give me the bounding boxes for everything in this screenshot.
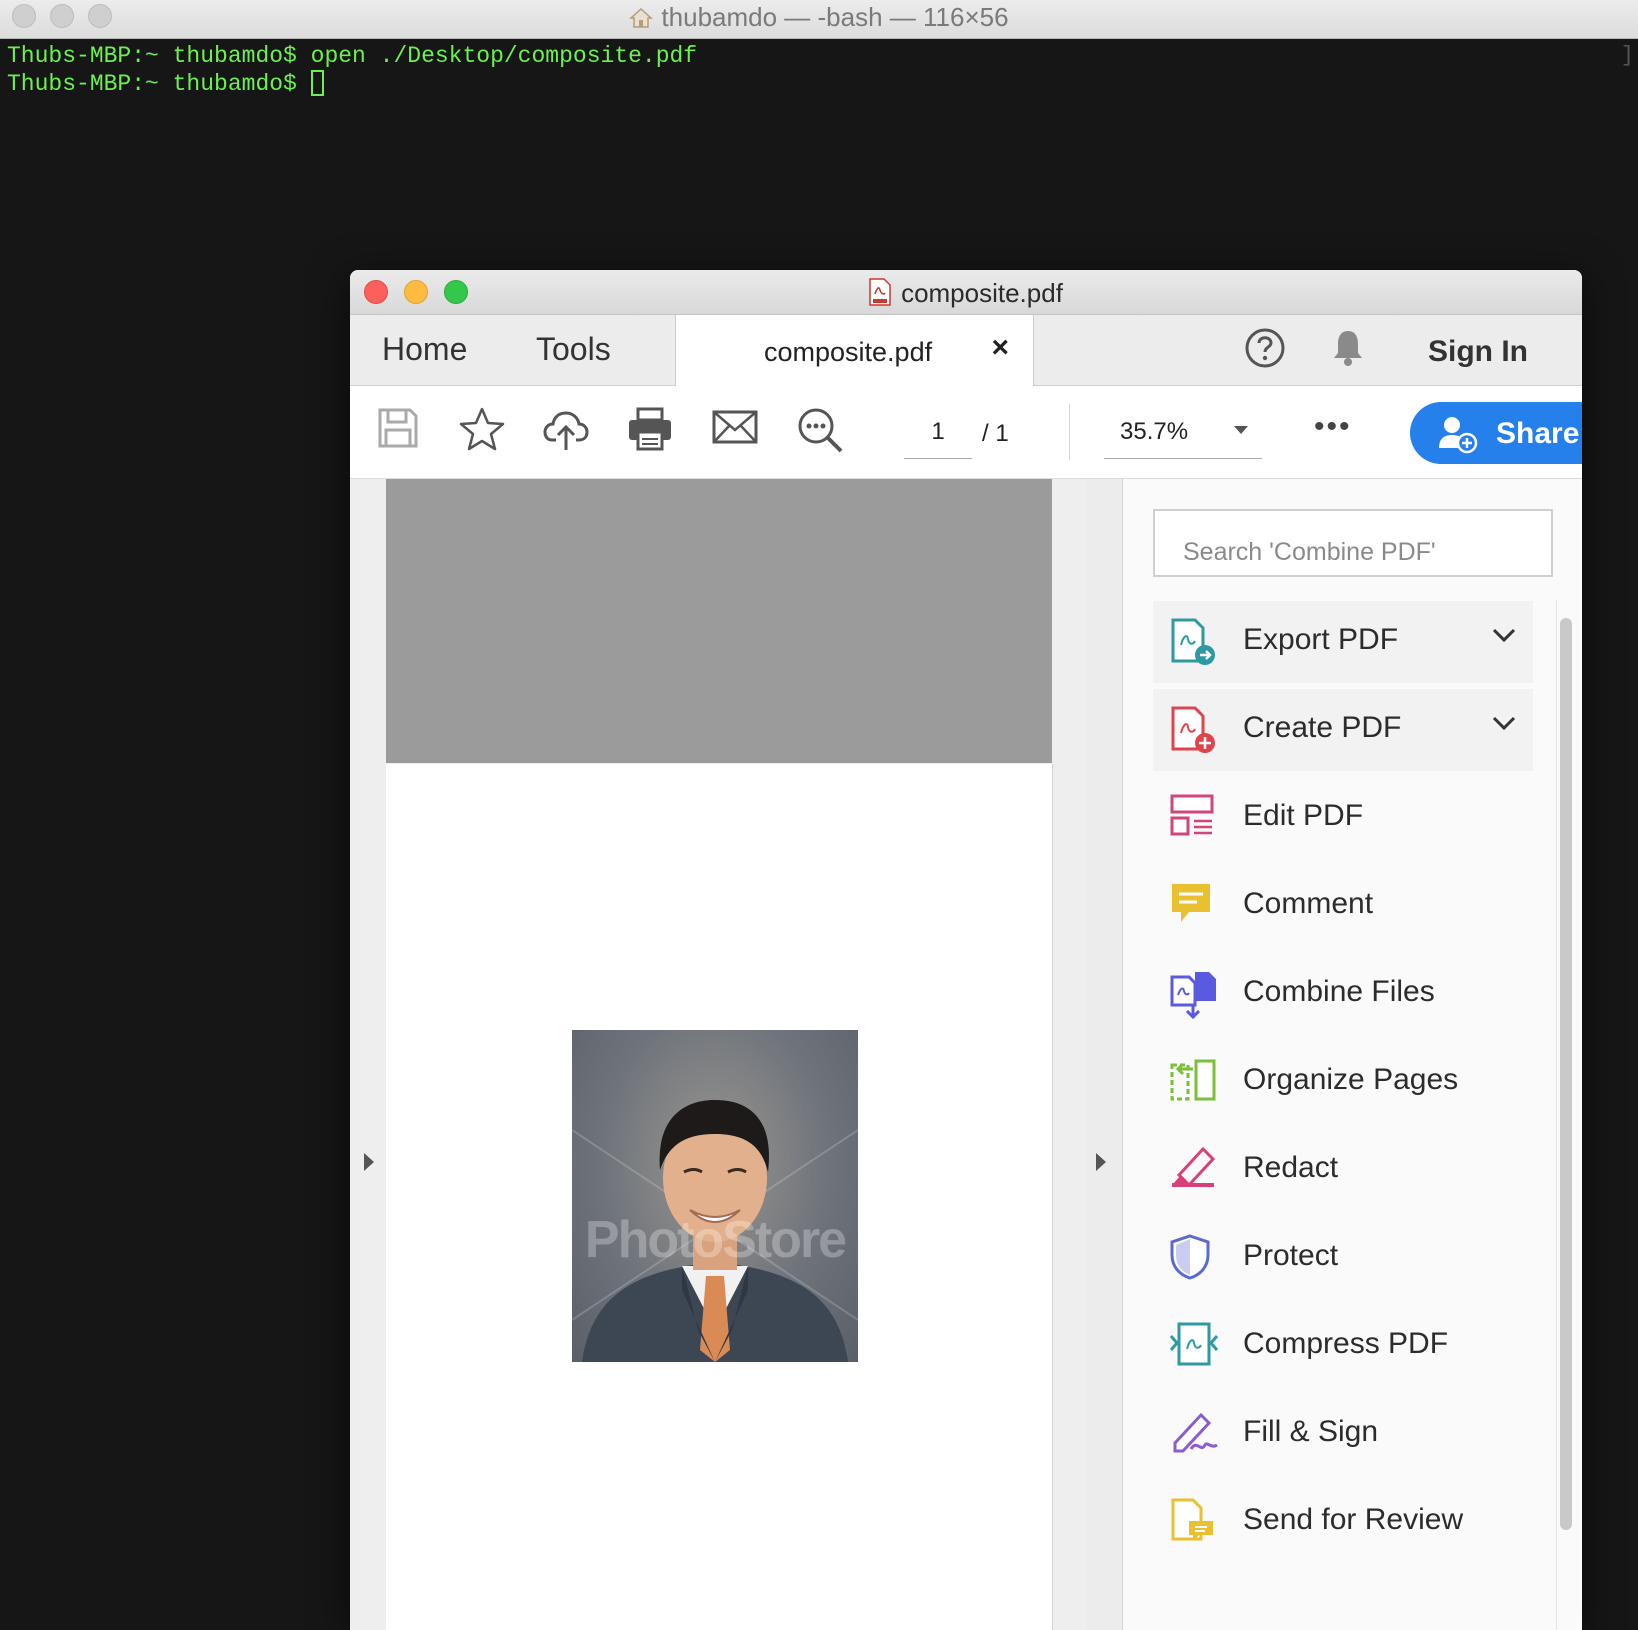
tool-redact[interactable]: Redact: [1153, 1129, 1533, 1211]
tool-label: Compress PDF: [1243, 1327, 1449, 1360]
tool-label: Comment: [1243, 887, 1374, 920]
tool-compress-pdf[interactable]: Compress PDF: [1153, 1305, 1533, 1387]
tool-combine-files[interactable]: Combine Files: [1153, 953, 1533, 1035]
toolbar-divider: [1069, 404, 1070, 460]
left-panel-toggle-icon[interactable]: [362, 1151, 376, 1178]
toolbar: 1 / 1 35.7% ••• Share: [350, 386, 1582, 479]
tool-label: Combine Files: [1243, 975, 1435, 1008]
comment-icon: [1169, 881, 1215, 932]
tool-label: Edit PDF: [1243, 799, 1364, 832]
notification-bell-icon[interactable]: [1330, 327, 1366, 372]
window-title-text: composite.pdf: [901, 278, 1063, 308]
tool-label: Create PDF: [1243, 711, 1402, 744]
sign-in-button[interactable]: Sign In: [1428, 335, 1528, 369]
acrobat-window: composite.pdf Home Tools composite.pdf ×…: [350, 270, 1582, 1630]
home-folder-icon: [629, 5, 654, 36]
tool-protect[interactable]: Protect: [1153, 1217, 1533, 1299]
tools-search-input[interactable]: [1153, 509, 1553, 577]
panel-scroll-track: [1556, 600, 1557, 1630]
tool-label: Redact: [1243, 1151, 1339, 1184]
tab-tools[interactable]: Tools: [536, 331, 611, 368]
tab-document-label: composite.pdf: [764, 337, 933, 367]
zoom-select[interactable]: 35.7%: [1104, 418, 1262, 459]
create-pdf-icon: [1169, 705, 1217, 760]
redact-icon: [1169, 1145, 1217, 1194]
share-button[interactable]: Share: [1410, 402, 1582, 464]
send-for-review-icon: [1169, 1497, 1217, 1550]
tool-label: Protect: [1243, 1239, 1339, 1272]
protect-icon: [1169, 1233, 1211, 1286]
tool-comment[interactable]: Comment: [1153, 865, 1533, 947]
fill-sign-icon: [1169, 1409, 1219, 1460]
tool-fill-sign[interactable]: Fill & Sign: [1153, 1393, 1533, 1475]
tool-create-pdf[interactable]: Create PDF: [1153, 689, 1533, 771]
terminal-cursor: [310, 70, 324, 96]
chevron-down-icon[interactable]: [1491, 627, 1517, 648]
acrobat-titlebar: composite.pdf: [350, 270, 1582, 315]
window-title: composite.pdf: [350, 278, 1582, 313]
terminal-prompt: Thubs-MBP:~ thubamdo$: [7, 71, 311, 97]
page-number-input[interactable]: 1: [904, 418, 972, 459]
terminal-prompt-line: Thubs-MBP:~ thubamdo$: [7, 70, 324, 97]
terminal-line: Thubs-MBP:~ thubamdo$ open ./Desktop/com…: [7, 43, 698, 69]
terminal-title-text: thubamdo — -bash — 116×56: [661, 2, 1009, 32]
zoom-value: 35.7%: [1120, 418, 1189, 445]
tab-home[interactable]: Home: [382, 331, 467, 368]
chevron-down-icon[interactable]: [1234, 426, 1248, 434]
previous-page-area: [386, 479, 1052, 763]
compress-pdf-icon: [1169, 1321, 1219, 1372]
share-label: Share: [1496, 417, 1580, 450]
tab-bar: Home Tools composite.pdf × Sign In: [350, 315, 1582, 386]
right-panel-toggle-icon[interactable]: [1094, 1151, 1108, 1178]
print-icon[interactable]: [626, 406, 674, 457]
terminal-bracket: ]: [1620, 43, 1634, 68]
page-total: / 1: [982, 420, 1009, 447]
edit-pdf-icon: [1169, 793, 1217, 844]
more-options-button[interactable]: •••: [1314, 410, 1352, 444]
add-user-icon: [1438, 414, 1478, 459]
portrait-photo: PhotoStore: [572, 1030, 858, 1362]
tool-export-pdf[interactable]: Export PDF: [1153, 601, 1533, 683]
terminal-title: thubamdo — -bash — 116×56: [0, 2, 1638, 36]
tool-send-for-review[interactable]: Send for Review: [1153, 1481, 1533, 1563]
close-icon[interactable]: ×: [991, 331, 1009, 365]
save-icon[interactable]: [376, 406, 420, 455]
export-pdf-icon: [1169, 617, 1217, 672]
tool-label: Export PDF: [1243, 623, 1399, 656]
portrait-illustration: [572, 1100, 858, 1362]
pdf-file-icon: [869, 278, 891, 313]
tool-edit-pdf[interactable]: Edit PDF: [1153, 777, 1533, 859]
panel-divider: [1086, 479, 1123, 1630]
chevron-down-icon[interactable]: [1491, 715, 1517, 736]
terminal-titlebar: thubamdo — -bash — 116×56: [0, 0, 1638, 39]
document-viewport[interactable]: PhotoStore: [350, 479, 1087, 1630]
find-search-icon[interactable]: [796, 406, 844, 459]
help-icon[interactable]: [1244, 327, 1286, 374]
tab-document[interactable]: composite.pdf ×: [675, 315, 1034, 386]
cloud-upload-icon[interactable]: [542, 406, 590, 459]
tools-panel: Export PDF Create PDF Edit PDF Com: [1123, 479, 1582, 1630]
email-icon[interactable]: [712, 406, 758, 451]
tool-label: Send for Review: [1243, 1503, 1464, 1536]
tool-organize-pages[interactable]: Organize Pages: [1153, 1041, 1533, 1123]
combine-files-icon: [1169, 969, 1219, 1024]
bookmark-star-icon[interactable]: [458, 406, 506, 457]
tool-label: Organize Pages: [1243, 1063, 1459, 1096]
tool-label: Fill & Sign: [1243, 1415, 1379, 1448]
watermark-text: PhotoStore: [584, 1211, 847, 1269]
pdf-page: PhotoStore: [386, 764, 1053, 1630]
organize-pages-icon: [1169, 1057, 1217, 1108]
panel-scrollbar[interactable]: [1560, 618, 1572, 1530]
